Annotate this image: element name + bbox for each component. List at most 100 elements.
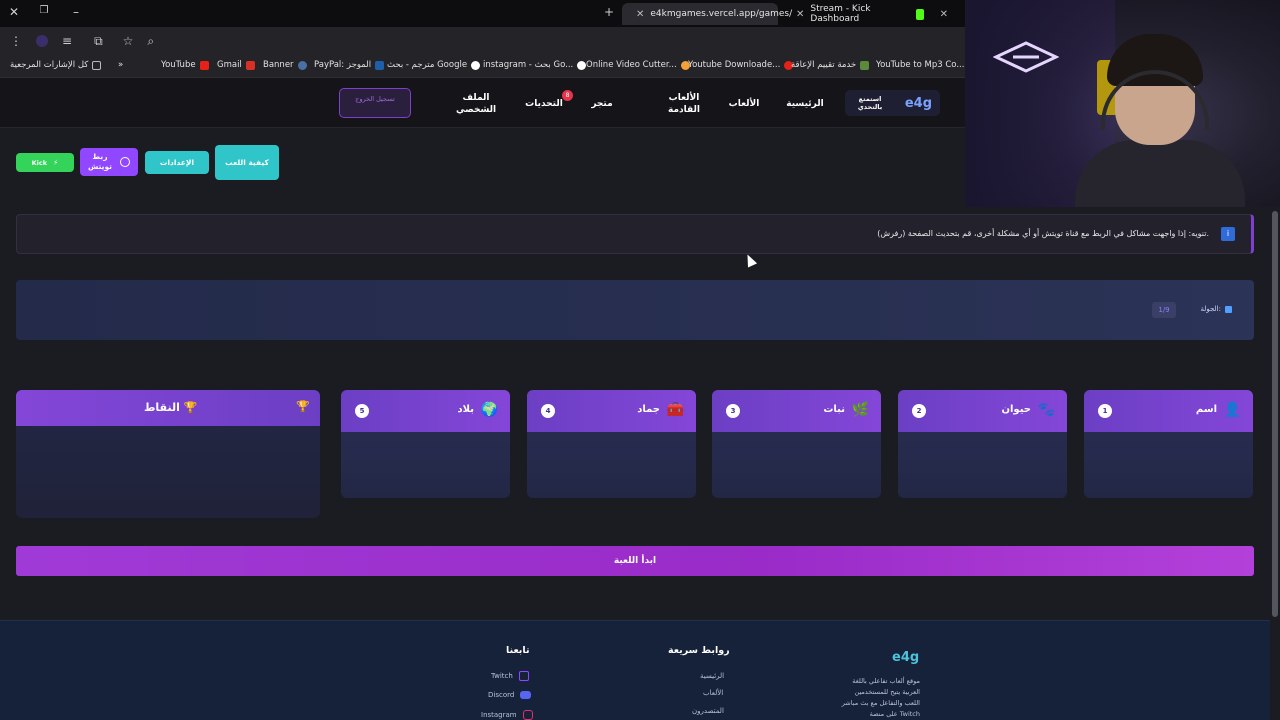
restore-window-icon[interactable]: ❐ <box>34 5 54 16</box>
points-title: النقاط 🏆 <box>144 401 197 414</box>
nav-profile[interactable]: الملف الشخصي <box>456 92 496 116</box>
category-title: حيوان <box>1001 404 1031 415</box>
bookmark-label: YouTube <box>161 60 196 70</box>
google-icon <box>577 60 587 70</box>
tab-title: e4kmgames.vercel.app/games/ <box>650 9 793 19</box>
browser-toolbar: ⋮ ≡ ⧉ ☆ ⌕ <box>0 27 965 55</box>
round-panel: الجولة: 1/9 <box>16 280 1254 340</box>
bookmark-paypal[interactable]: PayPal: الموجز <box>314 60 385 70</box>
bookmark-video-cutter[interactable]: Online Video Cutter... <box>586 60 690 70</box>
tab-title: Stream - Kick Dashboard <box>810 4 871 24</box>
discord-link-label: Discord <box>488 691 515 699</box>
streamer-webcam <box>965 0 1280 207</box>
bookmark-youtube-downloader[interactable]: Youtube Downloade... <box>688 60 794 70</box>
menu-dots-icon[interactable]: ⋮ <box>10 34 22 48</box>
nav-home[interactable]: الرئيسية <box>786 98 824 110</box>
twitch-icon <box>518 671 529 681</box>
close-window-icon[interactable]: ✕ <box>4 5 24 19</box>
category-card-animal: 🐾 حيوان 2 <box>898 390 1067 498</box>
bookmark-gmail[interactable]: Gmail <box>217 60 255 70</box>
category-header: 🌍 بلاد 5 <box>341 390 510 432</box>
round-counter: 1/9 <box>1152 302 1176 318</box>
bookmark-instagram-search[interactable]: instagram - بحث Go... <box>483 60 587 70</box>
logout-button[interactable]: تسجيل الخروج <box>339 88 411 118</box>
category-header: 🌿 نبات 3 <box>712 390 881 432</box>
close-tab-icon[interactable]: ✕ <box>796 9 804 20</box>
bookmarks-bar: كل الإشارات المرجعية » YouTube Gmail Ban… <box>0 55 978 78</box>
category-title: جماد <box>637 404 660 415</box>
site-logo[interactable]: استمتع بالتحدي e4g <box>845 90 940 116</box>
toolbox-icon: 🧰 <box>666 402 684 418</box>
bookmark-label: instagram - بحث Go... <box>483 60 574 70</box>
zoom-icon[interactable]: ⌕ <box>147 34 154 49</box>
bookmark-label: Online Video Cutter... <box>586 60 677 70</box>
lightning-icon: ⚡ <box>53 157 59 167</box>
footer-link-discord[interactable]: Discord <box>488 691 532 699</box>
minimize-window-icon[interactable]: – <box>66 5 86 19</box>
profile-avatar-icon[interactable] <box>36 35 48 47</box>
close-tab-icon[interactable]: ✕ <box>636 9 644 20</box>
footer-brand: e4g <box>892 650 920 665</box>
bookmark-banner[interactable]: Banner <box>263 60 307 70</box>
tab-e4kmgames[interactable]: ✕ e4kmgames.vercel.app/games/ <box>622 3 792 25</box>
category-title: بلاد <box>457 404 474 415</box>
category-number: 5 <box>355 404 369 418</box>
close-tab-icon[interactable]: ✕ <box>940 9 948 20</box>
gmail-icon <box>245 60 255 70</box>
footer-link-games[interactable]: الألعاب <box>703 689 723 697</box>
kick-status-button[interactable]: Kick ⚡ <box>16 153 74 172</box>
twitch-circle-icon <box>120 157 130 167</box>
streamer-body <box>1075 140 1245 207</box>
link-twitch-button[interactable]: ربط تويتش <box>80 148 138 176</box>
banner-icon <box>297 60 307 70</box>
logo-brand: e4g <box>904 95 932 111</box>
trophy-icon: 🏆 <box>296 400 310 413</box>
bookmark-all-bookmarks[interactable]: كل الإشارات المرجعية <box>10 60 102 70</box>
footer-description: موقع ألعاب تفاعلي باللغة العربية يتيح لل… <box>841 677 920 718</box>
settings-button[interactable]: الإعدادات <box>145 151 209 174</box>
extensions-icon[interactable]: ⧉ <box>94 34 103 49</box>
info-icon: i <box>1221 227 1235 241</box>
bookmark-youtube[interactable]: YouTube <box>161 60 209 70</box>
points-header: النقاط 🏆 🏆 <box>16 390 320 426</box>
start-game-button[interactable]: ابدأ اللعبة <box>16 546 1254 576</box>
bookmarks-overflow-icon[interactable]: » <box>118 60 123 70</box>
bookmark-disability-service[interactable]: خدمة تقييم الإعاقة <box>791 60 870 70</box>
follow-us-title: تابعنا <box>506 645 530 656</box>
category-card-plant: 🌿 نبات 3 <box>712 390 881 498</box>
folder-icon <box>92 60 102 70</box>
bookmark-label: Youtube Downloade... <box>688 60 781 70</box>
nav-games[interactable]: الألعاب <box>726 98 762 110</box>
footer-link-instagram[interactable]: Instagram <box>481 710 533 720</box>
bookmark-translate[interactable]: مترجم - بحث Google <box>387 60 481 70</box>
paw-icon: 🐾 <box>1037 402 1055 418</box>
category-number: 3 <box>726 404 740 418</box>
bookmark-label: خدمة تقييم الإعاقة <box>791 60 857 70</box>
globe-icon: 🌍 <box>480 402 498 418</box>
bookmark-star-icon[interactable]: ☆ <box>123 34 134 48</box>
footer-link-home[interactable]: الرئيسية <box>700 672 724 680</box>
new-tab-icon[interactable]: + <box>599 5 619 19</box>
page-scrollbar[interactable] <box>1270 207 1280 720</box>
nav-store[interactable]: متجر <box>587 98 617 110</box>
leaf-icon: 🌿 <box>851 402 869 418</box>
instagram-icon <box>522 710 533 720</box>
logo-tagline: استمتع بالتحدي <box>857 95 883 111</box>
nav-upcoming-games[interactable]: الألعاب القادمة <box>664 92 704 116</box>
how-to-play-button[interactable]: كيفية اللعب <box>215 145 279 180</box>
footer-link-twitch[interactable]: Twitch <box>491 671 529 681</box>
nav-challenges[interactable]: التحديات <box>523 98 565 110</box>
category-number: 4 <box>541 404 555 418</box>
media-control-icon[interactable]: ≡ <box>62 34 72 48</box>
points-title-text: النقاط <box>144 401 180 414</box>
tab-kick-dashboard[interactable]: ✕ Stream - Kick Dashboard ✕ <box>782 3 962 25</box>
footer-link-leaderboard[interactable]: المتصدرون <box>692 707 724 715</box>
scrollbar-thumb[interactable] <box>1272 211 1278 617</box>
points-panel: النقاط 🏆 🏆 <box>16 390 320 518</box>
bookmark-youtube-mp3[interactable]: YouTube to Mp3 Co... <box>876 60 978 70</box>
round-icon <box>1225 305 1232 313</box>
service-icon <box>860 60 870 70</box>
person-icon: 👤 <box>1223 402 1241 418</box>
notice-text: تنويه: إذا واجهت مشاكل في الربط مع قناة … <box>877 229 1209 238</box>
youtube-icon <box>199 60 209 70</box>
